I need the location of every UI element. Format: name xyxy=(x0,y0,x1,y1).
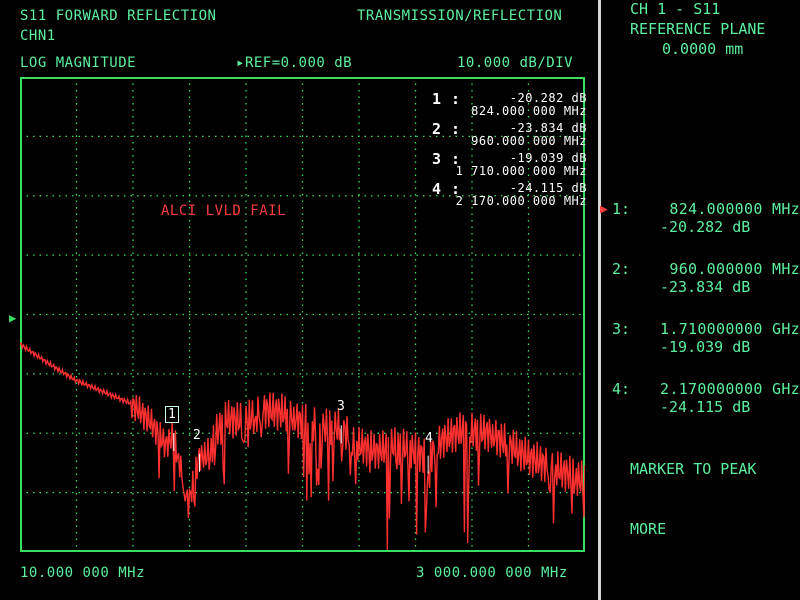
softkey-marker-number: 4: xyxy=(612,380,631,398)
softkey-marker-2[interactable]: 2: 960.000000 MHz -23.834 dB xyxy=(600,260,800,300)
trace-marker-1-active[interactable]: 1 xyxy=(165,406,180,423)
start-frequency: 10.000 000 MHz xyxy=(20,565,146,581)
softkey-channel-title: CH 1 - S11 xyxy=(630,0,721,18)
marker-readout-2-freq: 960.000 000 MHz xyxy=(471,134,587,148)
marker-to-peak-button[interactable]: MARKER TO PEAK xyxy=(630,460,756,478)
plot-grid xyxy=(20,77,585,552)
softkey-marker-frequency: 1.710000000 GHz xyxy=(660,320,800,338)
ref-level-arrow-icon: ▶ xyxy=(9,311,17,325)
softkey-reference-plane: REFERENCE PLANE xyxy=(630,20,766,38)
softkey-marker-frequency: 960.000000 MHz xyxy=(669,260,800,278)
more-button[interactable]: MORE xyxy=(630,520,666,538)
trace-marker-4[interactable]: 4 xyxy=(425,431,433,447)
softkey-marker-1[interactable]: ▶ 1: 824.000000 MHz -20.282 dB xyxy=(600,200,800,240)
softkey-marker-number: 1: xyxy=(612,200,631,218)
ref-pointer-icon: ▸ xyxy=(236,55,245,71)
channel-label: CHN1 xyxy=(20,28,56,44)
trace-marker-2[interactable]: 2 xyxy=(193,428,201,444)
panel-divider xyxy=(598,0,601,600)
marker-readout-3-freq: 1 710.000 000 MHz xyxy=(455,164,587,178)
softkey-marker-number: 3: xyxy=(612,320,631,338)
softkey-marker-db: -20.282 dB xyxy=(660,218,751,236)
format-label: LOG MAGNITUDE xyxy=(20,55,137,71)
marker-readout-4-freq: 2 170.000 000 MHz xyxy=(455,194,587,208)
softkey-marker-db: -19.039 dB xyxy=(660,338,751,356)
softkey-marker-number: 2: xyxy=(612,260,631,278)
trace-marker-3[interactable]: 3 xyxy=(337,399,345,415)
active-marker-pointer-icon: ▶ xyxy=(600,202,609,217)
softkey-reference-value: 0.0000 mm xyxy=(662,40,744,58)
softkey-marker-db: -23.834 dB xyxy=(660,278,751,296)
mode-label: TRANSMISSION/REFLECTION xyxy=(357,8,563,24)
ref-label: ▸REF=0.000 dB xyxy=(236,55,353,71)
marker-readout-1-freq: 824.000 000 MHz xyxy=(471,104,587,118)
alc-warning: ALCI LVLD FAIL xyxy=(161,203,287,219)
softkey-marker-db: -24.115 dB xyxy=(660,398,751,416)
softkey-marker-frequency: 824.000000 MHz xyxy=(669,200,800,218)
measurement-title: S11 FORWARD REFLECTION xyxy=(20,8,217,24)
stop-frequency: 3 000.000 000 MHz xyxy=(416,565,568,581)
softkey-marker-frequency: 2.170000000 GHz xyxy=(660,380,800,398)
scale-label: 10.000 dB/DIV xyxy=(457,55,574,71)
softkey-marker-3[interactable]: 3: 1.710000000 GHz -19.039 dB xyxy=(600,320,800,360)
softkey-marker-4[interactable]: 4: 2.170000000 GHz -24.115 dB xyxy=(600,380,800,420)
